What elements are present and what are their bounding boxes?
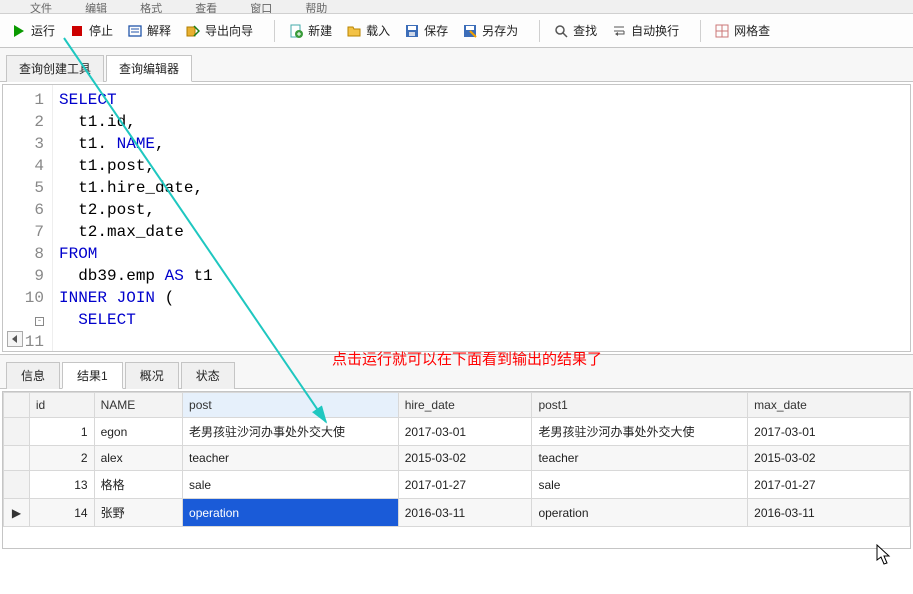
wrap-icon [611,23,627,39]
column-header[interactable] [4,393,30,418]
run-button[interactable]: 运行 [6,19,60,42]
cell[interactable]: 2015-03-02 [748,446,910,471]
new-icon [288,23,304,39]
grid-label: 网格查 [734,22,770,39]
result-grid[interactable]: idNAMEposthire_datepost1max_date 1egon老男… [2,391,911,549]
save-as-button[interactable]: 另存为 [457,19,523,42]
menu-window[interactable]: 窗口 [250,0,272,14]
scroll-left-icon[interactable] [7,331,23,347]
cell[interactable]: operation [183,499,399,527]
run-label: 运行 [31,22,55,39]
cell[interactable]: 14 [29,499,94,527]
cell[interactable]: 老男孩驻沙河办事处外交大使 [183,418,399,446]
export-wizard-label: 导出向导 [205,22,253,39]
cell[interactable]: teacher [532,446,748,471]
tab-result1[interactable]: 结果1 [62,362,123,389]
cell[interactable]: 张野 [94,499,182,527]
cell[interactable]: operation [532,499,748,527]
menu-file[interactable]: 文件 [30,0,52,14]
cell[interactable]: teacher [183,446,399,471]
cell[interactable]: sale [532,471,748,499]
cell[interactable]: alex [94,446,182,471]
cell[interactable]: 2017-01-27 [748,471,910,499]
export-icon [185,23,201,39]
table-row[interactable]: ▶14张野operation2016-03-11operation2016-03… [4,499,910,527]
result-tabs: 信息 结果1 概况 状态 [0,354,913,389]
cell[interactable]: egon [94,418,182,446]
toolbar-separator [700,20,701,42]
cell[interactable]: 老男孩驻沙河办事处外交大使 [532,418,748,446]
menu-bar[interactable]: 文件 编辑 格式 查看 窗口 帮助 [0,0,913,14]
cell[interactable] [4,418,30,446]
search-icon [553,23,569,39]
save-as-label: 另存为 [482,22,518,39]
tab-profile[interactable]: 概况 [125,362,179,389]
new-button[interactable]: 新建 [283,19,337,42]
grid-layout-button[interactable]: 网格查 [709,19,775,42]
cell[interactable]: 2016-03-11 [748,499,910,527]
cell[interactable] [4,471,30,499]
explain-label: 解释 [147,22,171,39]
save-label: 保存 [424,22,448,39]
cell[interactable]: 格格 [94,471,182,499]
menu-edit[interactable]: 编辑 [85,0,107,14]
stop-button[interactable]: 停止 [64,19,118,42]
wrap-label: 自动换行 [631,22,679,39]
new-label: 新建 [308,22,332,39]
explain-button[interactable]: 解释 [122,19,176,42]
cell[interactable] [4,446,30,471]
cell[interactable]: 2 [29,446,94,471]
save-button[interactable]: 保存 [399,19,453,42]
find-label: 查找 [573,22,597,39]
cell[interactable]: ▶ [4,499,30,527]
stop-label: 停止 [89,22,113,39]
tab-info[interactable]: 信息 [6,362,60,389]
column-header[interactable]: max_date [748,393,910,418]
find-button[interactable]: 查找 [548,19,602,42]
load-button[interactable]: 载入 [341,19,395,42]
cell[interactable]: 2017-03-01 [398,418,532,446]
column-header[interactable]: post1 [532,393,748,418]
table-row[interactable]: 13格格sale2017-01-27sale2017-01-27 [4,471,910,499]
cell[interactable]: 2017-03-01 [748,418,910,446]
menu-help[interactable]: 帮助 [305,0,327,14]
toolbar-separator [539,20,540,42]
stop-icon [69,23,85,39]
toolbar-separator [274,20,275,42]
explain-icon [127,23,143,39]
column-header[interactable]: hire_date [398,393,532,418]
line-gutter: 12345678910 -11 [3,85,53,352]
toolbar: 运行 停止 解释 导出向导 新建 [0,14,913,48]
cell[interactable]: 2015-03-02 [398,446,532,471]
save-icon [404,23,420,39]
load-label: 载入 [366,22,390,39]
grid-icon [714,23,730,39]
wrap-button[interactable]: 自动换行 [606,19,684,42]
menu-format[interactable]: 格式 [140,0,162,14]
tab-query-editor[interactable]: 查询编辑器 [106,55,192,82]
menu-view[interactable]: 查看 [195,0,217,14]
save-as-icon [462,23,478,39]
folder-open-icon [346,23,362,39]
column-header[interactable]: id [29,393,94,418]
tab-query-builder[interactable]: 查询创建工具 [6,55,104,82]
column-header[interactable]: NAME [94,393,182,418]
cell[interactable]: sale [183,471,399,499]
cell[interactable]: 1 [29,418,94,446]
table-row[interactable]: 1egon老男孩驻沙河办事处外交大使2017-03-01老男孩驻沙河办事处外交大… [4,418,910,446]
column-header[interactable]: post [183,393,399,418]
tab-status[interactable]: 状态 [181,362,235,389]
sql-editor[interactable]: 12345678910 -11 SELECT t1.id, t1. NAME, … [2,84,911,352]
play-icon [11,23,27,39]
export-wizard-button[interactable]: 导出向导 [180,19,258,42]
code-area[interactable]: SELECT t1.id, t1. NAME, t1.post, t1.hire… [53,85,219,352]
editor-tabs: 查询创建工具 查询编辑器 [0,48,913,82]
cell[interactable]: 13 [29,471,94,499]
cell[interactable]: 2017-01-27 [398,471,532,499]
cell[interactable]: 2016-03-11 [398,499,532,527]
table-row[interactable]: 2alexteacher2015-03-02teacher2015-03-02 [4,446,910,471]
